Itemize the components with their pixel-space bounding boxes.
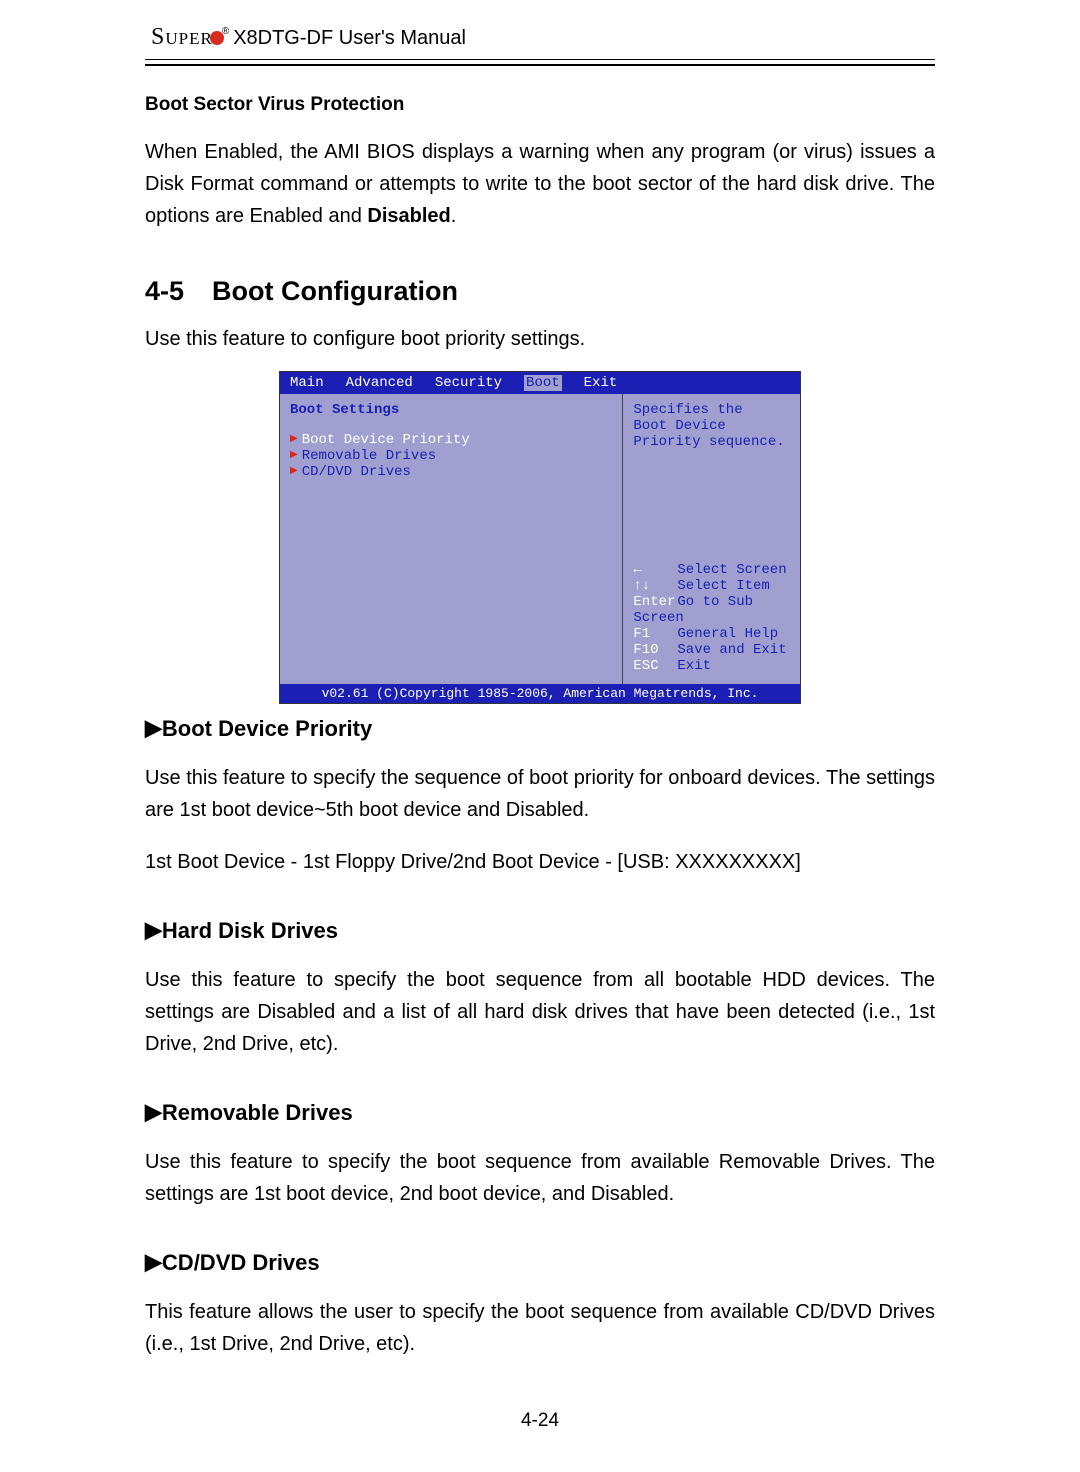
bios-tab-security[interactable]: Security <box>435 375 502 391</box>
bios-nav-key: ↑↓ <box>633 578 677 594</box>
text-hard-disk-drives: Use this feature to specify the boot seq… <box>145 964 935 1060</box>
registered-mark: ® <box>222 26 229 37</box>
triangle-icon: ▶ <box>290 466 298 477</box>
bios-nav-key: ESC <box>633 658 677 674</box>
heading-removable-drives: ▶Removable Drives <box>145 1100 935 1126</box>
heading-boot-device-priority: ▶Boot Device Priority <box>145 716 935 742</box>
heading-label: Boot Device Priority <box>162 716 372 741</box>
text-section-intro: Use this feature to configure boot prior… <box>145 323 935 355</box>
bios-nav-row: ESCExit <box>633 658 790 674</box>
bios-screenshot: Main Advanced Security Boot Exit Boot Se… <box>279 371 801 704</box>
bios-tab-main[interactable]: Main <box>290 375 324 391</box>
bios-item-removable-drives[interactable]: ▶ Removable Drives <box>290 448 612 464</box>
bios-help-line: Boot Device <box>633 418 790 434</box>
heading-label: CD/DVD Drives <box>162 1250 320 1275</box>
manual-title: X8DTG-DF User's Manual <box>233 27 466 50</box>
text-bold-disabled: Disabled <box>367 205 450 227</box>
bios-nav-help: ←Select Screen ↑↓Select Item EnterGo to … <box>633 562 790 674</box>
triangle-icon: ▶ <box>145 1099 162 1124</box>
text-removable-drives: Use this feature to specify the boot seq… <box>145 1146 935 1210</box>
text-boot-device-priority-p1: Use this feature to specify the sequence… <box>145 762 935 826</box>
bios-help-line: Priority sequence. <box>633 434 790 450</box>
bios-nav-label: Select Item <box>677 578 769 594</box>
bios-help-line: Specifies the <box>633 402 790 418</box>
text-cddvd-drives: This feature allows the user to specify … <box>145 1296 935 1360</box>
heading-label: Removable Drives <box>162 1100 353 1125</box>
bios-tab-bar: Main Advanced Security Boot Exit <box>280 372 800 394</box>
bios-nav-key: F10 <box>633 642 677 658</box>
section-title: Boot Configuration <box>212 276 458 307</box>
text-boot-sector-virus: When Enabled, the AMI BIOS displays a wa… <box>145 136 935 232</box>
triangle-icon: ▶ <box>290 434 298 445</box>
header-divider <box>145 59 935 66</box>
bios-nav-label: General Help <box>677 626 778 642</box>
bios-item-label: CD/DVD Drives <box>302 464 411 480</box>
text-segment: . <box>451 205 457 227</box>
bios-nav-key: ← <box>633 562 677 578</box>
heading-hard-disk-drives: ▶Hard Disk Drives <box>145 918 935 944</box>
triangle-icon: ▶ <box>145 1249 162 1274</box>
bios-item-cddvd-drives[interactable]: ▶ CD/DVD Drives <box>290 464 612 480</box>
bios-tab-boot[interactable]: Boot <box>524 375 562 391</box>
bios-right-pane: Specifies the Boot Device Priority seque… <box>623 394 800 684</box>
bios-item-boot-device-priority[interactable]: ▶ Boot Device Priority <box>290 432 612 448</box>
triangle-icon: ▶ <box>290 450 298 461</box>
bios-tab-exit[interactable]: Exit <box>584 375 618 391</box>
section-heading-boot-config: 4-5 Boot Configuration <box>145 276 935 307</box>
bios-item-label: Boot Device Priority <box>302 432 470 448</box>
bios-item-label: Removable Drives <box>302 448 436 464</box>
bios-nav-label: Select Screen <box>677 562 786 578</box>
bios-nav-key: Enter <box>633 594 677 610</box>
heading-boot-sector-virus: Boot Sector Virus Protection <box>145 94 935 116</box>
bios-nav-row: F1General Help <box>633 626 790 642</box>
bios-nav-key: F1 <box>633 626 677 642</box>
bios-nav-label: Exit <box>677 658 711 674</box>
page-number: 4-24 <box>145 1410 935 1432</box>
bios-left-heading: Boot Settings <box>290 402 612 418</box>
heading-label: Hard Disk Drives <box>162 918 338 943</box>
section-number: 4-5 <box>145 276 184 307</box>
manual-page: Super ® X8DTG-DF User's Manual Boot Sect… <box>145 24 935 1432</box>
triangle-icon: ▶ <box>145 917 162 942</box>
bios-nav-label: Save and Exit <box>677 642 786 658</box>
bios-body: Boot Settings ▶ Boot Device Priority ▶ Rem… <box>280 394 800 684</box>
bios-tab-advanced[interactable]: Advanced <box>346 375 413 391</box>
text-segment: When Enabled, the AMI BIOS displays a wa… <box>145 141 935 227</box>
bios-nav-row: EnterGo to Sub Screen <box>633 594 790 626</box>
triangle-icon: ▶ <box>145 715 162 740</box>
bios-footer: v02.61 (C)Copyright 1985-2006, American … <box>280 684 800 703</box>
bios-left-pane: Boot Settings ▶ Boot Device Priority ▶ Rem… <box>280 394 623 684</box>
bios-nav-row: F10Save and Exit <box>633 642 790 658</box>
bios-nav-row: ←Select Screen <box>633 562 790 578</box>
brand-name: Super <box>151 24 213 51</box>
page-header: Super ® X8DTG-DF User's Manual <box>145 24 935 55</box>
heading-cddvd-drives: ▶CD/DVD Drives <box>145 1250 935 1276</box>
bios-nav-row: ↑↓Select Item <box>633 578 790 594</box>
text-boot-device-priority-p2: 1st Boot Device - 1st Floppy Drive/2nd B… <box>145 846 935 878</box>
